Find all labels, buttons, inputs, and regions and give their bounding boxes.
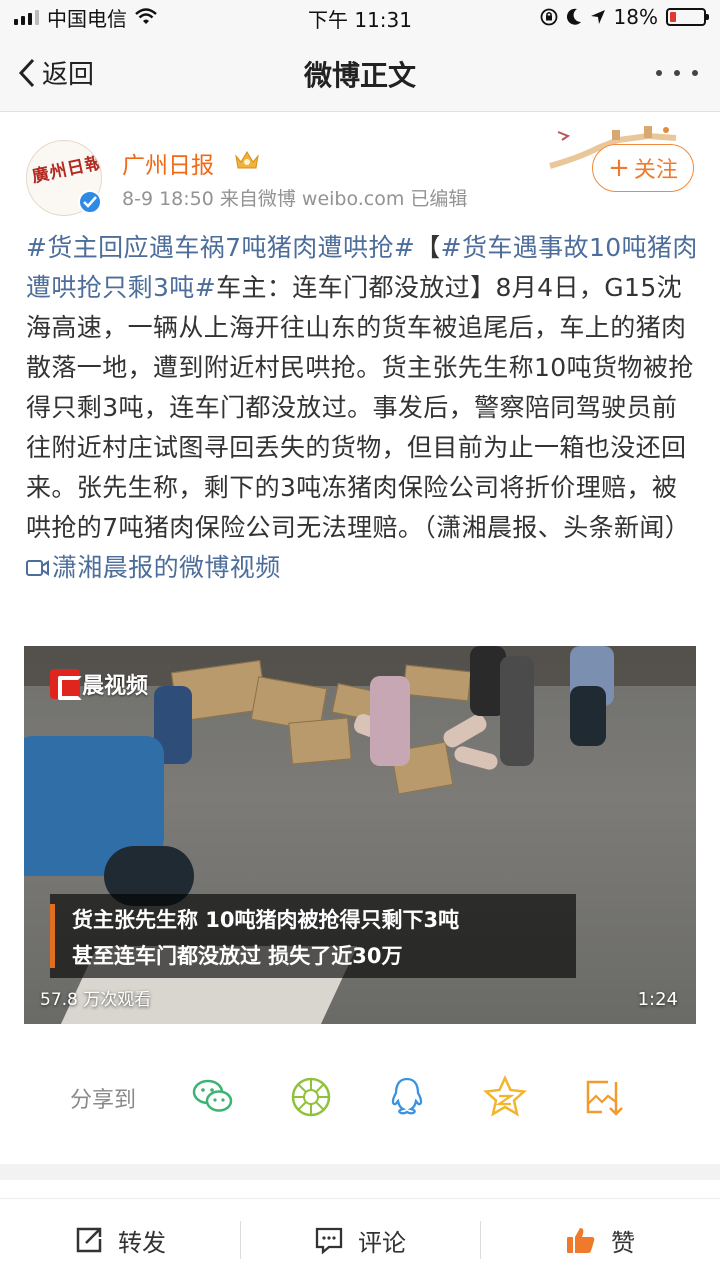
caption-accent-bar — [50, 904, 55, 968]
post-body-text: 车主：连车门都没放过】8月4日，G15沈海高速，一辆从上海开往山东的货车被追尾后… — [26, 273, 694, 542]
back-button[interactable]: 返回 — [18, 54, 94, 91]
moments-icon[interactable] — [288, 1074, 334, 1120]
avatar-logo-text: 廣州日報 — [30, 152, 102, 188]
comment-icon — [315, 1227, 343, 1255]
vip-crown-icon — [235, 151, 259, 169]
moon-icon — [566, 8, 581, 25]
back-label: 返回 — [42, 60, 95, 90]
plus-icon: + — [608, 153, 630, 183]
page-title: 微博正文 — [303, 59, 416, 92]
caption-line-1: 货主张先生称 10吨猪肉被抢得只剩下3吨 — [72, 908, 460, 932]
battery-percent: 18% — [613, 5, 658, 29]
qq-icon[interactable] — [384, 1074, 430, 1120]
verified-badge-icon — [78, 190, 102, 214]
location-arrow-icon — [590, 10, 605, 24]
rotation-lock-icon — [540, 8, 557, 26]
repost-icon — [76, 1227, 102, 1253]
wechat-icon[interactable] — [190, 1074, 236, 1120]
share-label: 分享到 — [70, 1088, 137, 1113]
weibo-post-page: 中国电信 下午 11:31 18% 返回 微博正文 廣州日報 广州日报 8-9 … — [0, 0, 720, 1280]
video-link-icon — [26, 560, 49, 576]
video-player[interactable]: 晨视频 货主张先生称 10吨猪肉被抢得只剩下3吨 甚至连车门都没放过 损失了近3… — [24, 646, 696, 1024]
section-separator — [0, 1164, 720, 1180]
villager-figure — [370, 676, 410, 766]
like-label: 赞 — [611, 1228, 635, 1257]
post-body: #货主回应遇车祸7吨猪肉遭哄抢#【#货车遇事故10吨猪肉遭哄抢只剩3吨#车主：连… — [26, 228, 698, 588]
qzone-icon[interactable] — [482, 1074, 528, 1120]
nav-bar: 返回 微博正文 — [0, 34, 720, 112]
video-link-label: 潇湘晨报的微博视频 — [52, 553, 281, 582]
more-icon[interactable] — [656, 58, 698, 88]
scooter-rider — [570, 686, 606, 746]
post-meta: 8-9 18:50 来自微博 weibo.com 已编辑 — [122, 188, 468, 210]
like-button[interactable]: 赞 — [480, 1199, 720, 1280]
bottom-toolbar: 转发 评论 赞 — [0, 1198, 720, 1280]
follow-label: 关注 — [633, 158, 678, 183]
save-image-icon[interactable] — [580, 1074, 626, 1120]
follow-button[interactable]: + 关注 — [592, 144, 694, 192]
comment-button[interactable]: 评论 — [240, 1199, 480, 1280]
video-source-logo: 晨视频 — [50, 668, 148, 700]
caption-line-2: 甚至连车门都没放过 损失了近30万 — [72, 944, 403, 968]
author-header: 廣州日報 广州日报 8-9 18:50 来自微博 weibo.com 已编辑 +… — [0, 112, 720, 222]
repost-button[interactable]: 转发 — [0, 1199, 240, 1280]
chenshipin-logo-icon — [50, 669, 82, 700]
repost-label: 转发 — [118, 1228, 166, 1257]
status-bar: 中国电信 下午 11:31 18% — [0, 0, 720, 34]
view-count: 57.8 万次观看 — [40, 990, 152, 1010]
comment-label: 评论 — [358, 1228, 406, 1257]
video-logo-text: 晨视频 — [82, 674, 149, 699]
battery-icon — [666, 8, 709, 26]
video-caption: 货主张先生称 10吨猪肉被抢得只剩下3吨 甚至连车门都没放过 损失了近30万 — [50, 894, 576, 978]
thumbs-up-icon — [567, 1228, 595, 1253]
villager-figure — [500, 656, 534, 766]
share-row: 分享到 — [0, 1050, 720, 1142]
topic-tag-link[interactable]: #货主回应遇车祸7吨猪肉遭哄抢# — [26, 233, 415, 262]
chevron-left-icon — [18, 58, 35, 87]
video-link[interactable]: 潇湘晨报的微博视频 — [26, 553, 281, 582]
video-duration: 1:24 — [637, 989, 678, 1010]
cargo-box — [288, 717, 352, 765]
status-right: 18% — [540, 4, 709, 30]
author-name[interactable]: 广州日报 — [122, 146, 214, 180]
bracket-open: 【 — [415, 233, 441, 262]
